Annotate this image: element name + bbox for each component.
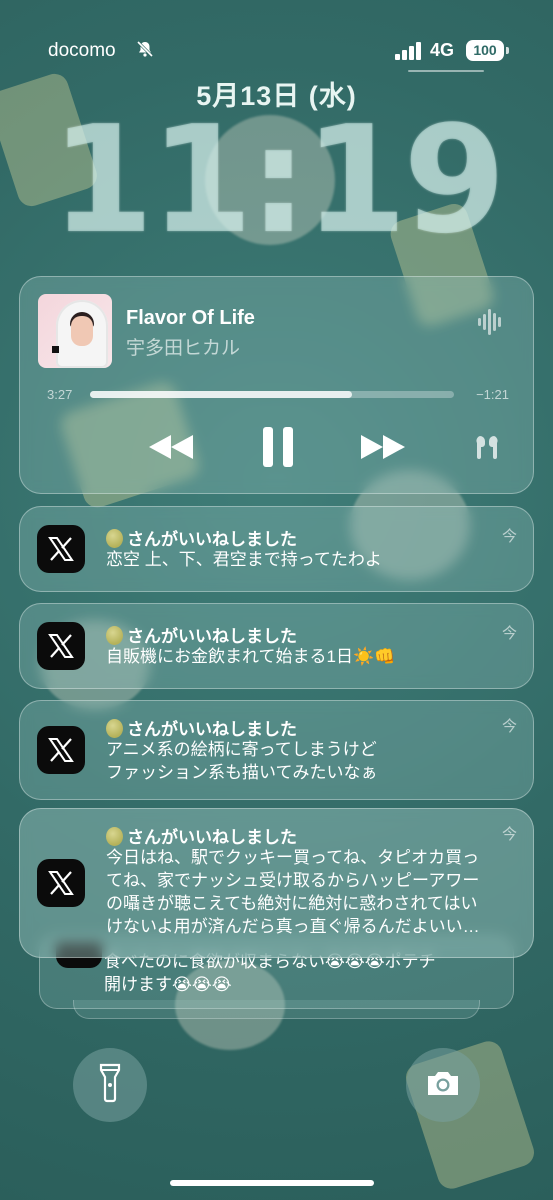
pause-icon[interactable] [260, 425, 296, 469]
fast-forward-icon[interactable] [358, 425, 408, 469]
camera-icon [425, 1069, 461, 1102]
lockscreen-clock: 11:19 [50, 94, 506, 266]
now-playing-widget[interactable]: Flavor Of Life 宇多田ヒカル 3:27 −1:21 [19, 276, 534, 494]
notification-time: 今 [501, 826, 517, 843]
notification-card[interactable]: さんがいいねしました 今日はね、駅でクッキー買ってね、タピオカ買っ てね、家でナ… [19, 808, 534, 958]
notification-title: さんがいいねしました [106, 715, 297, 740]
notification-body: アニメ系の絵柄に寄ってしまうけど ファッション系も描いてみたいなぁ [106, 740, 378, 782]
x-logo-icon [37, 525, 85, 573]
playback-progress-bar[interactable] [90, 391, 454, 398]
signal-icon [395, 42, 423, 60]
notification-title: さんがいいねしました [106, 823, 297, 848]
notification-title: さんがいいねしました [106, 622, 297, 647]
x-logo-icon [37, 622, 85, 670]
notification-time: 今 [501, 528, 517, 545]
album-art[interactable] [38, 294, 112, 368]
notification-body: 自販機にお金飲まれて始まる1日☀️👊 [106, 647, 396, 666]
airpods-icon[interactable] [472, 425, 502, 469]
track-artist: 宇多田ヒカル [126, 338, 241, 359]
status-bar: docomo 4G 100 [0, 38, 553, 66]
battery-tip [506, 47, 509, 54]
status-indicator-line [408, 70, 484, 72]
elapsed-time: 3:27 [47, 387, 73, 402]
notification-card[interactable]: さんがいいねしました 恋空 上、下、君空まで持ってたわよ 今 [19, 506, 534, 592]
x-logo-icon [37, 859, 85, 907]
notification-title: さんがいいねしました [106, 525, 297, 550]
battery-icon: 100 [466, 40, 504, 61]
notification-card[interactable]: さんがいいねしました アニメ系の絵柄に寄ってしまうけど ファッション系も描いてみ… [19, 700, 534, 800]
flashlight-icon [99, 1063, 121, 1108]
waveform-icon [478, 309, 506, 335]
flashlight-button[interactable] [73, 1048, 147, 1122]
playback-progress-fill [90, 391, 353, 398]
remaining-time: −1:21 [476, 387, 509, 402]
camera-button[interactable] [406, 1048, 480, 1122]
notification-body: 今日はね、駅でクッキー買ってね、タピオカ買っ てね、家でナッシュ受け取るからハッ… [106, 848, 480, 936]
x-logo-icon [37, 726, 85, 774]
stacked-notification-edge [73, 1000, 480, 1019]
notification-time: 今 [501, 718, 517, 735]
bell-slash-icon [136, 40, 154, 63]
user-avatar [106, 626, 123, 645]
rewind-icon[interactable] [146, 425, 196, 469]
notification-card[interactable]: さんがいいねしました 自販機にお金飲まれて始まる1日☀️👊 今 [19, 603, 534, 689]
network-type-label: 4G [430, 40, 455, 60]
notification-time: 今 [501, 625, 517, 642]
track-title: Flavor Of Life [126, 307, 255, 329]
user-avatar [106, 827, 123, 846]
notification-body: 恋空 上、下、君空まで持ってたわよ [106, 550, 382, 569]
user-avatar [106, 529, 123, 548]
home-indicator[interactable] [170, 1180, 374, 1186]
carrier-label: docomo [48, 40, 116, 61]
user-avatar [106, 719, 123, 738]
